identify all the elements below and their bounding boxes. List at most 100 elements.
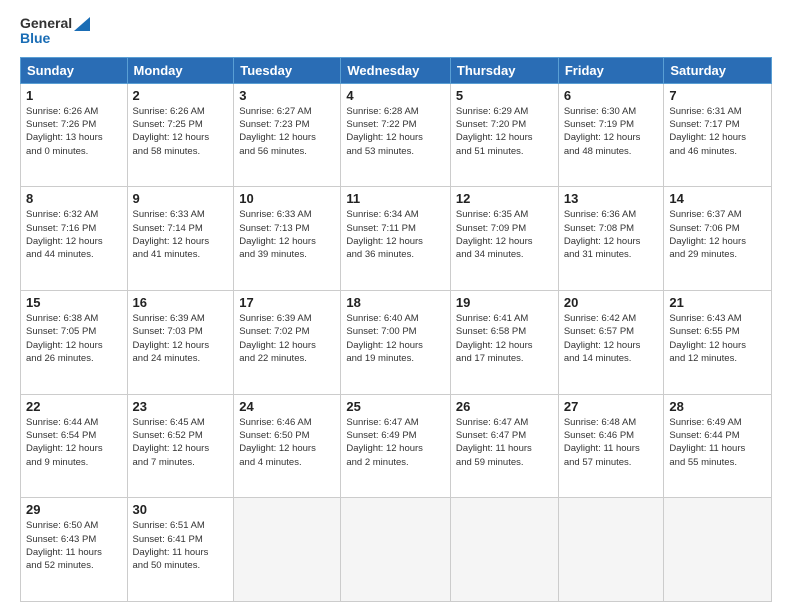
header: General Blue xyxy=(20,16,772,47)
calendar-cell: 30 Sunrise: 6:51 AM Sunset: 6:41 PM Dayli… xyxy=(127,498,234,602)
day-info: Sunrise: 6:33 AM Sunset: 7:14 PM Dayligh… xyxy=(133,208,229,261)
calendar-cell xyxy=(558,498,664,602)
day-info: Sunrise: 6:48 AM Sunset: 6:46 PM Dayligh… xyxy=(564,416,659,469)
day-number: 20 xyxy=(564,295,659,310)
day-number: 11 xyxy=(346,191,445,206)
logo-blue-text: Blue xyxy=(20,31,50,46)
day-info: Sunrise: 6:44 AM Sunset: 6:54 PM Dayligh… xyxy=(26,416,122,469)
day-info: Sunrise: 6:40 AM Sunset: 7:00 PM Dayligh… xyxy=(346,312,445,365)
day-info: Sunrise: 6:42 AM Sunset: 6:57 PM Dayligh… xyxy=(564,312,659,365)
day-number: 3 xyxy=(239,88,335,103)
day-info: Sunrise: 6:36 AM Sunset: 7:08 PM Dayligh… xyxy=(564,208,659,261)
day-number: 22 xyxy=(26,399,122,414)
calendar-cell: 21Sunrise: 6:43 AM Sunset: 6:55 PM Dayli… xyxy=(664,291,772,395)
calendar-cell: 2 Sunrise: 6:26 AM Sunset: 7:25 PM Daylig… xyxy=(127,83,234,187)
day-number: 25 xyxy=(346,399,445,414)
logo-wing-icon xyxy=(74,17,90,31)
calendar-header-row: SundayMondayTuesdayWednesdayThursdayFrid… xyxy=(21,57,772,83)
calendar-header-monday: Monday xyxy=(127,57,234,83)
day-number: 18 xyxy=(346,295,445,310)
calendar-cell: 17 Sunrise: 6:39 AM Sunset: 7:02 PM Dayli… xyxy=(234,291,341,395)
day-number: 16 xyxy=(133,295,229,310)
day-info: Sunrise: 6:43 AM Sunset: 6:55 PM Dayligh… xyxy=(669,312,766,365)
day-number: 17 xyxy=(239,295,335,310)
day-info: Sunrise: 6:26 AM Sunset: 7:25 PM Dayligh… xyxy=(133,105,229,158)
calendar-cell: 27 Sunrise: 6:48 AM Sunset: 6:46 PM Dayli… xyxy=(558,394,664,498)
calendar-header-wednesday: Wednesday xyxy=(341,57,451,83)
day-info: Sunrise: 6:47 AM Sunset: 6:47 PM Dayligh… xyxy=(456,416,553,469)
calendar-header-sunday: Sunday xyxy=(21,57,128,83)
calendar-cell: 5 Sunrise: 6:29 AM Sunset: 7:20 PM Daylig… xyxy=(450,83,558,187)
calendar-cell xyxy=(450,498,558,602)
day-info: Sunrise: 6:35 AM Sunset: 7:09 PM Dayligh… xyxy=(456,208,553,261)
calendar-cell: 29 Sunrise: 6:50 AM Sunset: 6:43 PM Dayli… xyxy=(21,498,128,602)
day-number: 1 xyxy=(26,88,122,103)
calendar-cell: 12 Sunrise: 6:35 AM Sunset: 7:09 PM Dayli… xyxy=(450,187,558,291)
logo-general-text: General xyxy=(20,16,72,31)
calendar-cell: 14 Sunrise: 6:37 AM Sunset: 7:06 PM Dayli… xyxy=(664,187,772,291)
calendar-cell xyxy=(341,498,451,602)
day-number: 12 xyxy=(456,191,553,206)
day-info: Sunrise: 6:37 AM Sunset: 7:06 PM Dayligh… xyxy=(669,208,766,261)
day-number: 10 xyxy=(239,191,335,206)
day-number: 24 xyxy=(239,399,335,414)
day-number: 2 xyxy=(133,88,229,103)
calendar-header-thursday: Thursday xyxy=(450,57,558,83)
calendar-week-2: 8 Sunrise: 6:32 AM Sunset: 7:16 PM Daylig… xyxy=(21,187,772,291)
calendar-cell: 13Sunrise: 6:36 AM Sunset: 7:08 PM Dayli… xyxy=(558,187,664,291)
day-number: 19 xyxy=(456,295,553,310)
calendar-cell: 7 Sunrise: 6:31 AM Sunset: 7:17 PM Daylig… xyxy=(664,83,772,187)
day-info: Sunrise: 6:51 AM Sunset: 6:41 PM Dayligh… xyxy=(133,519,229,572)
day-number: 6 xyxy=(564,88,659,103)
day-info: Sunrise: 6:29 AM Sunset: 7:20 PM Dayligh… xyxy=(456,105,553,158)
day-number: 15 xyxy=(26,295,122,310)
day-number: 30 xyxy=(133,502,229,517)
day-number: 29 xyxy=(26,502,122,517)
calendar-cell: 9 Sunrise: 6:33 AM Sunset: 7:14 PM Daylig… xyxy=(127,187,234,291)
calendar-header-tuesday: Tuesday xyxy=(234,57,341,83)
calendar-cell xyxy=(664,498,772,602)
calendar-cell: 20 Sunrise: 6:42 AM Sunset: 6:57 PM Dayli… xyxy=(558,291,664,395)
calendar-cell: 11 Sunrise: 6:34 AM Sunset: 7:11 PM Dayli… xyxy=(341,187,451,291)
day-number: 27 xyxy=(564,399,659,414)
day-info: Sunrise: 6:45 AM Sunset: 6:52 PM Dayligh… xyxy=(133,416,229,469)
day-info: Sunrise: 6:39 AM Sunset: 7:02 PM Dayligh… xyxy=(239,312,335,365)
calendar-cell: 6 Sunrise: 6:30 AM Sunset: 7:19 PM Daylig… xyxy=(558,83,664,187)
day-info: Sunrise: 6:30 AM Sunset: 7:19 PM Dayligh… xyxy=(564,105,659,158)
calendar-cell: 26 Sunrise: 6:47 AM Sunset: 6:47 PM Dayli… xyxy=(450,394,558,498)
calendar-header-saturday: Saturday xyxy=(664,57,772,83)
calendar-cell: 19 Sunrise: 6:41 AM Sunset: 6:58 PM Dayli… xyxy=(450,291,558,395)
calendar-cell: 28Sunrise: 6:49 AM Sunset: 6:44 PM Dayli… xyxy=(664,394,772,498)
calendar-cell xyxy=(234,498,341,602)
day-number: 5 xyxy=(456,88,553,103)
calendar-cell: 16Sunrise: 6:39 AM Sunset: 7:03 PM Dayli… xyxy=(127,291,234,395)
day-number: 9 xyxy=(133,191,229,206)
page: General Blue SundayMondayTuesdayWednesda… xyxy=(0,0,792,612)
calendar-cell: 1 Sunrise: 6:26 AM Sunset: 7:26 PM Daylig… xyxy=(21,83,128,187)
day-info: Sunrise: 6:41 AM Sunset: 6:58 PM Dayligh… xyxy=(456,312,553,365)
calendar-week-3: 15Sunrise: 6:38 AM Sunset: 7:05 PM Dayli… xyxy=(21,291,772,395)
day-number: 4 xyxy=(346,88,445,103)
day-number: 26 xyxy=(456,399,553,414)
day-number: 14 xyxy=(669,191,766,206)
calendar-cell: 3Sunrise: 6:27 AM Sunset: 7:23 PM Daylig… xyxy=(234,83,341,187)
day-info: Sunrise: 6:32 AM Sunset: 7:16 PM Dayligh… xyxy=(26,208,122,261)
day-info: Sunrise: 6:50 AM Sunset: 6:43 PM Dayligh… xyxy=(26,519,122,572)
day-info: Sunrise: 6:33 AM Sunset: 7:13 PM Dayligh… xyxy=(239,208,335,261)
calendar-cell: 18 Sunrise: 6:40 AM Sunset: 7:00 PM Dayli… xyxy=(341,291,451,395)
day-info: Sunrise: 6:31 AM Sunset: 7:17 PM Dayligh… xyxy=(669,105,766,158)
calendar-cell: 23Sunrise: 6:45 AM Sunset: 6:52 PM Dayli… xyxy=(127,394,234,498)
calendar-table: SundayMondayTuesdayWednesdayThursdayFrid… xyxy=(20,57,772,602)
day-info: Sunrise: 6:49 AM Sunset: 6:44 PM Dayligh… xyxy=(669,416,766,469)
day-number: 7 xyxy=(669,88,766,103)
calendar-week-1: 1 Sunrise: 6:26 AM Sunset: 7:26 PM Daylig… xyxy=(21,83,772,187)
day-info: Sunrise: 6:34 AM Sunset: 7:11 PM Dayligh… xyxy=(346,208,445,261)
logo: General Blue xyxy=(20,16,94,47)
day-info: Sunrise: 6:26 AM Sunset: 7:26 PM Dayligh… xyxy=(26,105,122,158)
calendar-cell: 25Sunrise: 6:47 AM Sunset: 6:49 PM Dayli… xyxy=(341,394,451,498)
calendar-cell: 24Sunrise: 6:46 AM Sunset: 6:50 PM Dayli… xyxy=(234,394,341,498)
day-number: 8 xyxy=(26,191,122,206)
calendar-cell: 10 Sunrise: 6:33 AM Sunset: 7:13 PM Dayli… xyxy=(234,187,341,291)
calendar-cell: 4Sunrise: 6:28 AM Sunset: 7:22 PM Daylig… xyxy=(341,83,451,187)
calendar-cell: 8 Sunrise: 6:32 AM Sunset: 7:16 PM Daylig… xyxy=(21,187,128,291)
